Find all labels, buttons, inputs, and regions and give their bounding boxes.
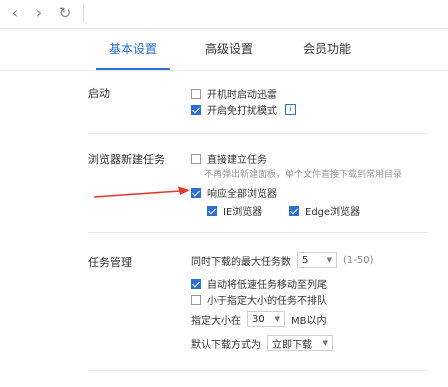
dropdown-caret-icon: ▼	[326, 256, 332, 264]
startup-on-boot-checkbox[interactable]	[191, 88, 201, 99]
ie-browser-option[interactable]: IE浏览器	[207, 203, 262, 218]
section-divider	[88, 232, 428, 233]
browser-task-section-title: 浏览器新建任务	[88, 153, 165, 166]
auto-move-checkbox[interactable]	[191, 278, 201, 289]
respond-all-browsers-label: 响应全部浏览器	[207, 189, 277, 200]
edge-browser-checkbox[interactable]	[289, 205, 299, 216]
auto-move-label: 自动将低速任务移动至列尾	[207, 280, 327, 291]
no-queue-label: 小于指定大小的任务不排队	[207, 296, 327, 307]
chevron-right-icon[interactable]: ›	[30, 4, 48, 22]
dnd-mode-checkbox[interactable]	[191, 104, 201, 115]
max-tasks-label: 同时下载的最大任务数	[191, 256, 291, 268]
max-tasks-range: (1-50)	[343, 254, 374, 266]
default-mode-select[interactable]: 立即下载 ▼	[267, 335, 333, 351]
browser-toolbar: ‹ › ↻	[0, 0, 448, 29]
dnd-mode-option[interactable]: 开启免打扰模式 i	[191, 102, 296, 117]
dnd-mode-label: 开启免打扰模式	[207, 106, 277, 117]
task-management-section-title: 任务管理	[88, 256, 132, 269]
tab-basic-settings[interactable]: 基本设置	[109, 40, 157, 57]
no-queue-option[interactable]: 小于指定大小的任务不排队	[191, 292, 327, 307]
refresh-icon[interactable]: ↻	[56, 4, 74, 22]
respond-all-browsers-checkbox[interactable]	[191, 187, 201, 198]
ie-browser-label: IE浏览器	[223, 207, 263, 218]
address-separator	[83, 4, 84, 22]
ie-browser-checkbox[interactable]	[207, 205, 217, 216]
section-divider	[88, 133, 428, 134]
direct-task-option[interactable]: 直接建立任务	[191, 151, 267, 166]
section-divider	[88, 370, 428, 371]
auto-move-option[interactable]: 自动将低速任务移动至列尾	[191, 276, 327, 291]
tab-member-features[interactable]: 会员功能	[303, 40, 351, 57]
info-icon[interactable]: i	[285, 104, 296, 115]
default-mode-row: 默认下载方式为 立即下载 ▼	[191, 335, 339, 351]
direct-task-label: 直接建立任务	[207, 155, 267, 166]
max-tasks-value: 5	[302, 254, 309, 266]
size-limit-select[interactable]: 30 ▼	[247, 311, 285, 327]
startup-on-boot-label: 开机时启动迅雷	[207, 90, 277, 101]
size-limit-unit: MB以内	[291, 315, 327, 327]
respond-all-browsers-option[interactable]: 响应全部浏览器	[191, 185, 277, 200]
size-limit-row: 指定大小在 30 ▼ MB以内	[191, 311, 327, 327]
startup-section-title: 启动	[88, 87, 110, 100]
direct-task-checkbox[interactable]	[191, 153, 201, 164]
default-mode-label: 默认下载方式为	[191, 339, 261, 351]
red-arrow-annotation	[93, 186, 190, 198]
startup-on-boot-option[interactable]: 开机时启动迅雷	[191, 86, 277, 101]
size-limit-value: 30	[252, 313, 265, 325]
settings-tabs: 基本设置 高级设置 会员功能	[0, 28, 448, 71]
tab-advanced-settings[interactable]: 高级设置	[205, 40, 253, 57]
max-tasks-row: 同时下载的最大任务数 5 ▼ (1-50)	[191, 252, 374, 268]
no-queue-checkbox[interactable]	[191, 294, 201, 305]
dropdown-caret-icon: ▼	[274, 315, 280, 323]
max-tasks-select[interactable]: 5 ▼	[297, 252, 337, 268]
edge-browser-option[interactable]: Edge浏览器	[289, 203, 360, 218]
edge-browser-label: Edge浏览器	[305, 207, 361, 218]
size-limit-label: 指定大小在	[191, 315, 241, 327]
direct-task-hint: 不再弹出新建面板，单个文件直接下载到常用目录	[204, 170, 403, 180]
default-mode-value: 立即下载	[272, 339, 312, 351]
dropdown-caret-icon: ▼	[322, 339, 328, 347]
active-tab-indicator	[96, 68, 170, 70]
chevron-left-icon[interactable]: ‹	[6, 4, 24, 22]
